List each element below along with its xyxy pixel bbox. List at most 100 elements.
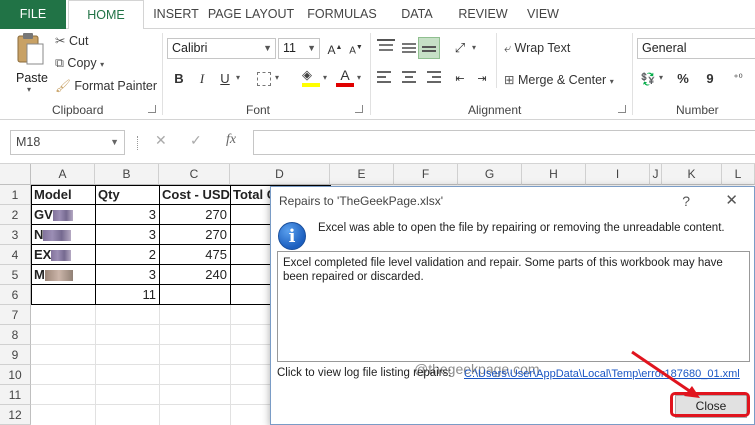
log-file-link[interactable]: C:\Users\User\AppData\Local\Temp\error18… [464,368,740,380]
increase-decimal-icon[interactable]: ⁺⁰ [728,69,748,89]
chevron-down-icon[interactable]: ▾ [323,73,327,82]
qty-cell[interactable]: 3 [95,205,159,225]
row-header[interactable]: 7 [0,305,31,325]
column-header[interactable]: A [31,164,95,185]
clipboard-launcher-icon[interactable] [148,105,156,113]
column-header[interactable]: D [230,164,330,185]
model-cell[interactable]: N [31,225,95,245]
select-all-corner[interactable] [0,164,31,185]
font-size-combo[interactable]: 11 ▼ [278,38,320,59]
row-header[interactable]: 5 [0,265,31,285]
tab-formulas[interactable]: FORMULAS [300,0,384,29]
merge-center-button[interactable]: ⊞ Merge & Center ▾ [504,72,614,87]
column-header[interactable]: B [95,164,159,185]
font-color-icon[interactable]: A [336,67,354,87]
alignment-launcher-icon[interactable] [618,105,626,113]
fill-color-icon[interactable]: ◈ [302,67,320,87]
row-header[interactable]: 3 [0,225,31,245]
copy-button[interactable]: ⧉ Copy ▾ [55,56,104,71]
cut-button[interactable]: ✂ Cut [55,33,88,48]
chevron-down-icon[interactable]: ▾ [357,73,361,82]
formula-bar-grip [137,136,139,150]
decrease-indent-icon[interactable]: ⇤ [450,69,470,89]
header-cell-total[interactable]: Total C [230,185,270,205]
cost-cell[interactable]: 270 [159,205,230,225]
header-cell-model[interactable]: Model [31,185,95,205]
wrap-text-button[interactable]: ⤶ Wrap Text [504,41,570,56]
insert-function-icon[interactable]: fx [226,132,236,148]
middle-align-icon[interactable] [400,39,418,57]
column-header[interactable]: G [458,164,522,185]
row-header[interactable]: 11 [0,385,31,405]
model-cell[interactable]: M [31,265,95,285]
format-painter-button[interactable]: 🖌 Format Painter [55,79,157,94]
italic-button[interactable]: I [192,69,212,89]
row-header[interactable]: 9 [0,345,31,365]
cost-cell[interactable]: 240 [159,265,230,285]
column-header[interactable]: K [662,164,722,185]
model-cell[interactable]: GV [31,205,95,225]
currency-icon[interactable]: 💱 [638,69,658,89]
tab-view[interactable]: VIEW [518,0,568,29]
tab-insert[interactable]: INSERT [146,0,206,29]
underline-dropdown-icon[interactable]: ▾ [236,73,240,82]
bold-button[interactable]: B [169,69,189,89]
row-header[interactable]: 12 [0,405,31,425]
column-header[interactable]: E [330,164,394,185]
chevron-down-icon[interactable]: ▾ [659,73,663,82]
header-cell-qty[interactable]: Qty [95,185,159,205]
increase-indent-icon[interactable]: ⇥ [472,69,492,89]
paste-button[interactable]: Paste ▾ [12,32,48,94]
dialog-close-icon[interactable]: ✕ [725,187,738,215]
row-header[interactable]: 1 [0,185,31,205]
enter-icon[interactable]: ✓ [190,132,202,149]
number-format-combo[interactable]: General [637,38,755,59]
bottom-align-icon[interactable] [418,37,440,59]
name-box[interactable]: M18 ▼ [10,130,125,155]
top-align-icon[interactable] [377,39,395,57]
percent-button[interactable]: % [673,69,693,89]
column-header[interactable]: F [394,164,458,185]
tab-review[interactable]: REVIEW [450,0,516,29]
shrink-font-icon[interactable]: A▼ [346,38,366,58]
cost-cell[interactable]: 475 [159,245,230,265]
tab-home[interactable]: HOME [68,0,144,30]
qty-cell[interactable]: 3 [95,265,159,285]
formula-input[interactable] [253,130,755,155]
align-right-icon[interactable] [423,71,441,87]
qty-cell[interactable]: 2 [95,245,159,265]
column-header[interactable]: L [722,164,755,185]
row-header[interactable]: 8 [0,325,31,345]
repair-details-textbox[interactable]: Excel completed file level validation an… [277,251,750,376]
row-header[interactable]: 2 [0,205,31,225]
tab-file[interactable]: FILE [0,0,66,29]
column-header[interactable]: H [522,164,586,185]
align-left-icon[interactable] [377,71,395,87]
orientation-icon[interactable]: ⤢ [450,38,470,58]
chevron-down-icon[interactable]: ▾ [472,43,476,52]
chevron-down-icon[interactable]: ▾ [275,73,279,82]
column-header[interactable]: I [586,164,650,185]
tab-data[interactable]: DATA [388,0,446,29]
borders-icon[interactable] [257,72,271,86]
row-header[interactable]: 10 [0,365,31,385]
align-center-icon[interactable] [400,71,418,87]
underline-button[interactable]: U [215,69,235,89]
cancel-icon[interactable]: ✕ [155,132,167,149]
font-name-combo[interactable]: Calibri ▼ [167,38,276,59]
column-header[interactable]: C [159,164,230,185]
comma-style-button[interactable]: 9 [700,69,720,89]
close-button[interactable]: Close [675,395,747,418]
header-cell-cost[interactable]: Cost - USD [159,185,230,205]
model-cell[interactable]: EX [31,245,95,265]
cost-cell[interactable]: 270 [159,225,230,245]
help-button[interactable]: ? [682,187,690,215]
row-header[interactable]: 6 [0,285,31,305]
grow-font-icon[interactable]: A▲ [325,38,345,58]
row-header[interactable]: 4 [0,245,31,265]
font-launcher-icon[interactable] [355,105,363,113]
qty-total-cell[interactable]: 11 [95,285,159,305]
column-header[interactable]: J [650,164,662,185]
tab-page-layout[interactable]: PAGE LAYOUT [206,0,296,29]
qty-cell[interactable]: 3 [95,225,159,245]
